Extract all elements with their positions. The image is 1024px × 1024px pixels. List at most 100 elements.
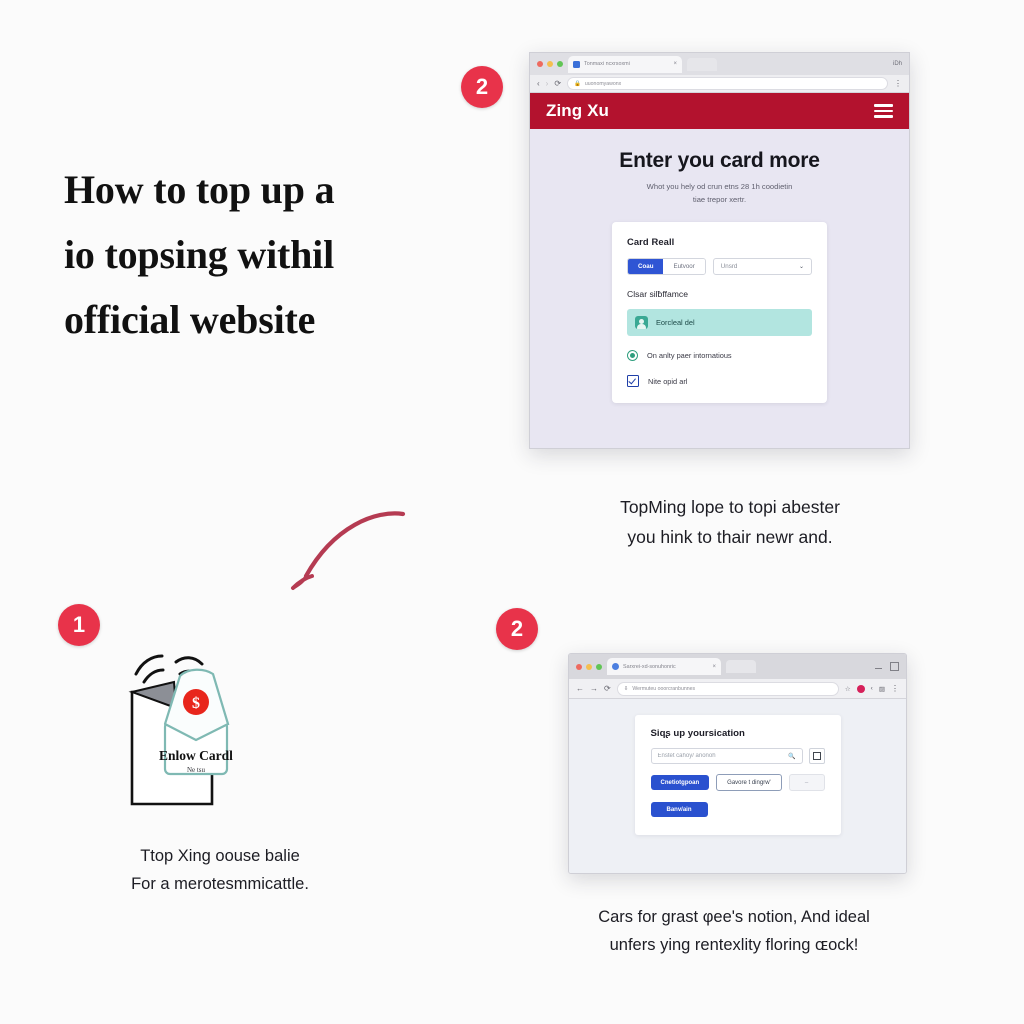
signup-card-title: Siqʂ up yoursication bbox=[650, 728, 745, 739]
extension-badge-icon[interactable] bbox=[856, 684, 865, 693]
search-row: Enstet cahoy/ anonoh 🔍 bbox=[650, 748, 825, 764]
page-body-top: Enter you card more Whot you hely od cru… bbox=[530, 129, 909, 448]
forward-icon[interactable]: → bbox=[590, 684, 598, 693]
radio-button-icon[interactable] bbox=[627, 350, 638, 362]
site-logo[interactable]: Zing Xu bbox=[546, 101, 609, 121]
tab-title: Tonmaxi ncxrsoxmi bbox=[584, 61, 630, 67]
avatar-icon bbox=[635, 316, 648, 330]
dropdown-value: Unsrd bbox=[720, 263, 738, 271]
minimize-window-dot[interactable] bbox=[547, 61, 553, 67]
envelope-card-subtitle: Ne tsu bbox=[187, 766, 206, 774]
browser-menu-icon[interactable]: ⋮ bbox=[891, 684, 899, 693]
lock-icon: 🔒 bbox=[574, 80, 581, 87]
tab-close-icon[interactable]: × bbox=[673, 61, 677, 67]
search-input[interactable]: Enstet cahoy/ anonoh 🔍 bbox=[650, 748, 803, 764]
headline-line-2: io topsing withil bbox=[64, 231, 334, 277]
headline-line-1: How to top up a bbox=[64, 167, 335, 212]
back-icon[interactable]: ‹ bbox=[537, 79, 540, 88]
new-tab-button[interactable] bbox=[726, 660, 756, 673]
window-traffic-lights[interactable] bbox=[537, 61, 563, 67]
square-button[interactable] bbox=[808, 748, 825, 764]
caption-top-right-line-2: you hink to thair newr and. bbox=[627, 527, 833, 548]
omnibar-right-controls-bottom: ☆ ‹ ▨ ⋮ bbox=[845, 684, 899, 693]
radio-option-label: On anlty paer intornatious bbox=[647, 351, 732, 361]
browser-tab[interactable]: Sarxrei-xd-sonuhonric × bbox=[607, 658, 721, 675]
puzzle-icon[interactable]: ▨ bbox=[879, 685, 885, 693]
step-badge-1: 1 bbox=[58, 604, 100, 646]
browser-omnibar-bottom: ← → ⟳ ⇩ Wermuteu ooorcranbunnes ☆ ‹ ▨ ⋮ bbox=[569, 679, 906, 699]
page-subheading-line-2: tiae trepor xertr. bbox=[692, 194, 747, 204]
step-badge-2-top: 2 bbox=[461, 66, 503, 108]
search-placeholder: Enstet cahoy/ anonoh bbox=[657, 753, 716, 759]
browser-menu-icon[interactable]: ⋮ bbox=[894, 79, 902, 88]
tab-title: Sarxrei-xd-sonuhonric bbox=[623, 663, 676, 670]
star-icon[interactable]: ☆ bbox=[845, 685, 851, 693]
segment-option-2[interactable]: Eutvoor bbox=[663, 259, 705, 275]
search-icon[interactable]: 🔍 bbox=[788, 753, 795, 760]
dropdown-select[interactable]: Unsrd ⌄ bbox=[712, 258, 812, 276]
forward-icon[interactable]: › bbox=[546, 79, 549, 88]
reload-icon[interactable]: ⟳ bbox=[554, 79, 561, 88]
browser-tabstrip: Tonmaxi ncxrsoxmi × iDh bbox=[530, 53, 909, 75]
address-bar[interactable]: 🔒 uuonomyawonx bbox=[567, 77, 888, 90]
submit-button[interactable]: Cnetiotgpoan bbox=[650, 775, 710, 790]
segment-option-1[interactable]: Coau bbox=[628, 259, 664, 275]
window-traffic-lights-bottom[interactable] bbox=[576, 663, 602, 670]
caption-bottom-left: Ttop Xing oouse balie For a merotesmmica… bbox=[60, 842, 380, 899]
download-icon: ⇩ bbox=[623, 685, 629, 692]
browser-tab[interactable]: Tonmaxi ncxrsoxmi × bbox=[568, 55, 682, 73]
new-tab-button[interactable] bbox=[687, 57, 717, 71]
address-bar-url: uuonomyawonx bbox=[584, 80, 622, 87]
card-panel: Card Reall Coau Eutvoor Unsrd ⌄ Clsar si… bbox=[612, 222, 827, 404]
browser-window-bottom: Sarxrei-xd-sonuhonric × ← → ⟳ ⇩ Wermuteu… bbox=[568, 653, 907, 874]
checkbox-option-label: Nite opid arl bbox=[648, 376, 688, 386]
caption-bottom-right-line-1: Cars for grast φeeʹs notion, And ideal bbox=[598, 908, 870, 926]
signup-card: Siqʂ up yoursication Enstet cahoy/ anono… bbox=[634, 715, 841, 835]
maximize-icon[interactable] bbox=[890, 662, 899, 671]
hamburger-icon[interactable] bbox=[874, 104, 893, 118]
address-bar[interactable]: ⇩ Wermuteu ooorcranbunnes bbox=[616, 681, 839, 696]
window-controls[interactable] bbox=[874, 662, 899, 671]
close-window-dot[interactable] bbox=[576, 663, 582, 670]
infographic-canvas: How to top up a io topsing withil offici… bbox=[0, 0, 1024, 1024]
browser-tabstrip-bottom: Sarxrei-xd-sonuhonric × bbox=[569, 654, 906, 679]
step-badge-2-bottom: 2 bbox=[496, 608, 538, 650]
page-subheading-line-1: Whot you hely od crun etns 28 1h coodiet… bbox=[646, 182, 793, 191]
checkbox-option-row[interactable]: Nite opid arl bbox=[627, 375, 812, 388]
card-sub-label: Clsar silƀffamce bbox=[627, 289, 688, 300]
omnibar-right-controls: ⋮ bbox=[894, 79, 902, 88]
minimize-icon[interactable] bbox=[874, 662, 883, 671]
secondary-button[interactable]: Gavore t dingrw' bbox=[716, 774, 782, 791]
close-window-dot[interactable] bbox=[537, 61, 543, 67]
radio-option-row[interactable]: On anlty paer intornatious bbox=[627, 350, 812, 362]
caption-top-right-line-1: TopMing lope to topi abester bbox=[620, 497, 840, 517]
page-heading: Enter you card more bbox=[619, 149, 820, 172]
minimize-window-dot[interactable] bbox=[586, 663, 592, 670]
site-header: Zing Xu bbox=[530, 93, 909, 129]
button-row-primary: Cnetiotgpoan Gavore t dingrw' – bbox=[650, 774, 825, 791]
tab-close-icon[interactable]: × bbox=[712, 664, 716, 670]
envelope-card-title: Enlow Cardl bbox=[159, 748, 233, 763]
checkbox-icon[interactable] bbox=[627, 375, 639, 388]
maximize-window-dot[interactable] bbox=[557, 61, 563, 67]
caption-bottom-left-line-2: For a merotesmmicattle. bbox=[131, 875, 309, 894]
open-envelope-with-card-illustration: $ Enlow Cardl Ne tsu bbox=[118, 636, 308, 826]
tab-favicon-icon bbox=[573, 60, 580, 68]
disabled-button[interactable]: – bbox=[788, 774, 825, 791]
highlighted-list-item[interactable]: Eorcleal del bbox=[627, 309, 812, 337]
headline-line-3: official website bbox=[64, 296, 316, 342]
highlighted-list-item-label: Eorcleal del bbox=[656, 318, 695, 328]
back-icon[interactable]: ← bbox=[576, 684, 584, 693]
reload-icon[interactable]: ⟳ bbox=[604, 684, 611, 693]
tabstrip-right-controls: iDh bbox=[893, 61, 902, 67]
profile-icon[interactable]: ‹ bbox=[871, 685, 873, 692]
maximize-window-dot[interactable] bbox=[596, 663, 602, 670]
address-bar-url: Wermuteu ooorcranbunnes bbox=[632, 685, 696, 692]
caption-bottom-left-line-1: Ttop Xing oouse balie bbox=[140, 847, 300, 865]
confirm-button[interactable]: Banv/ain bbox=[650, 802, 708, 817]
chevron-down-icon: ⌄ bbox=[798, 264, 804, 271]
svg-text:$: $ bbox=[192, 695, 200, 712]
page-title: How to top up a io topsing withil offici… bbox=[64, 158, 464, 352]
tab-favicon-icon bbox=[612, 663, 619, 670]
segmented-control[interactable]: Coau Eutvoor bbox=[627, 258, 706, 276]
